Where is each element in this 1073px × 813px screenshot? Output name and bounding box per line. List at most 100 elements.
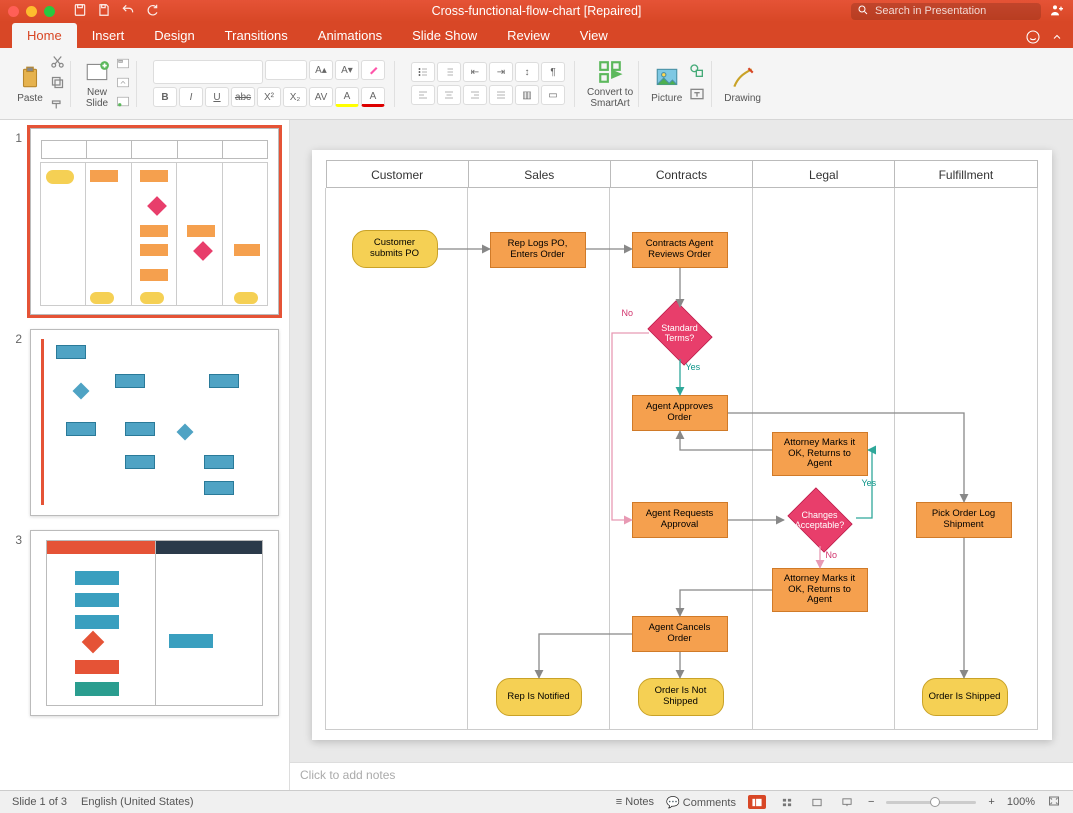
layout-icon[interactable]	[115, 57, 131, 73]
process-pick-order[interactable]: Pick Order Log Shipment	[916, 502, 1012, 538]
font-color-icon[interactable]: A	[361, 87, 385, 107]
comments-toggle[interactable]: 💬 Comments	[666, 796, 736, 809]
new-slide-icon[interactable]	[83, 58, 111, 86]
picture-group: Picture	[645, 53, 712, 115]
sorter-view-icon[interactable]	[778, 795, 796, 809]
save-icon[interactable]	[73, 3, 87, 20]
tab-design[interactable]: Design	[139, 23, 209, 48]
process-agent-approves[interactable]: Agent Approves Order	[632, 395, 728, 431]
normal-view-icon[interactable]	[748, 795, 766, 809]
terminator-shipped[interactable]: Order Is Shipped	[922, 678, 1008, 716]
font-family-select[interactable]	[153, 60, 263, 84]
lane-header: Sales	[469, 161, 611, 187]
subscript-button[interactable]: X₂	[283, 87, 307, 107]
slides-group: New Slide	[77, 53, 137, 115]
search-input[interactable]	[875, 5, 1035, 17]
process-rep-logs[interactable]: Rep Logs PO, Enters Order	[490, 232, 586, 268]
indent-right-icon[interactable]: ⇥	[489, 62, 513, 82]
collapse-ribbon-icon[interactable]	[1051, 31, 1063, 46]
align-center-icon[interactable]	[437, 85, 461, 105]
feedback-icon[interactable]	[1025, 29, 1041, 48]
format-painter-icon[interactable]	[50, 96, 65, 114]
text-direction-icon[interactable]: ¶	[541, 62, 565, 82]
superscript-button[interactable]: X²	[257, 87, 281, 107]
paste-icon[interactable]	[16, 64, 44, 92]
drawing-icon[interactable]	[729, 64, 757, 92]
process-attorney-2[interactable]: Attorney Marks it OK, Returns to Agent	[772, 568, 868, 612]
picture-icon[interactable]	[653, 64, 681, 92]
terminator-rep-notified[interactable]: Rep Is Notified	[496, 678, 582, 716]
notes-pane[interactable]: Click to add notes	[290, 762, 1073, 790]
numbering-icon[interactable]	[437, 62, 461, 82]
tab-insert[interactable]: Insert	[77, 23, 140, 48]
align-right-icon[interactable]	[463, 85, 487, 105]
tab-transitions[interactable]: Transitions	[210, 23, 303, 48]
align-text-icon[interactable]: ▭	[541, 85, 565, 105]
slide-thumbnail-2[interactable]	[30, 329, 279, 516]
share-icon[interactable]	[1049, 2, 1065, 21]
align-left-icon[interactable]	[411, 85, 435, 105]
process-contracts-reviews[interactable]: Contracts Agent Reviews Order	[632, 232, 728, 268]
process-attorney-1[interactable]: Attorney Marks it OK, Returns to Agent	[772, 432, 868, 476]
increase-font-icon[interactable]: A▴	[309, 60, 333, 80]
save-alt-icon[interactable]	[97, 3, 111, 20]
notes-toggle[interactable]: ≡ Notes	[616, 796, 654, 808]
maximize-window-button[interactable]	[44, 6, 55, 17]
columns-icon[interactable]: ▥	[515, 85, 539, 105]
smartart-icon[interactable]	[596, 58, 624, 86]
zoom-slider[interactable]	[886, 801, 976, 804]
italic-button[interactable]: I	[179, 87, 203, 107]
strike-button[interactable]: abc	[231, 87, 255, 107]
tab-slideshow[interactable]: Slide Show	[397, 23, 492, 48]
char-spacing-icon[interactable]: AV	[309, 87, 333, 107]
justify-icon[interactable]	[489, 85, 513, 105]
line-spacing-icon[interactable]: ↕	[515, 62, 539, 82]
new-slide-label: New Slide	[86, 87, 108, 109]
swimlane-headers: Customer Sales Contracts Legal Fulfillme…	[326, 160, 1038, 188]
reading-view-icon[interactable]	[808, 795, 826, 809]
shapes-icon[interactable]	[688, 63, 706, 82]
slide-canvas[interactable]: Customer Sales Contracts Legal Fulfillme…	[312, 150, 1052, 740]
indent-left-icon[interactable]: ⇤	[463, 62, 487, 82]
smartart-group: Convert to SmartArt	[581, 53, 639, 115]
fit-to-window-icon[interactable]	[1047, 795, 1061, 810]
process-agent-requests[interactable]: Agent Requests Approval	[632, 502, 728, 538]
copy-icon[interactable]	[50, 75, 65, 93]
font-size-select[interactable]	[265, 60, 307, 80]
decision-changes-acceptable[interactable]: Changes Acceptable?	[784, 492, 856, 548]
clear-format-icon[interactable]	[361, 60, 385, 80]
ribbon: Paste New Slide	[0, 48, 1073, 120]
undo-icon[interactable]	[121, 3, 135, 20]
textbox-icon[interactable]	[688, 86, 706, 105]
decision-standard-terms[interactable]: Standard Terms?	[644, 305, 716, 361]
tab-home[interactable]: Home	[12, 23, 77, 48]
minimize-window-button[interactable]	[26, 6, 37, 17]
label-no: No	[826, 550, 838, 560]
terminator-customer-submits[interactable]: Customer submits PO	[352, 230, 438, 268]
tab-review[interactable]: Review	[492, 23, 565, 48]
bullets-icon[interactable]	[411, 62, 435, 82]
terminator-not-shipped[interactable]: Order Is Not Shipped	[638, 678, 724, 716]
tab-view[interactable]: View	[565, 23, 623, 48]
slide-thumbnail-3[interactable]	[30, 530, 279, 717]
language-indicator[interactable]: English (United States)	[81, 796, 194, 808]
tab-animations[interactable]: Animations	[303, 23, 397, 48]
underline-button[interactable]: U	[205, 87, 229, 107]
highlight-icon[interactable]: A	[335, 87, 359, 107]
bold-button[interactable]: B	[153, 87, 177, 107]
close-window-button[interactable]	[8, 6, 19, 17]
section-icon[interactable]	[115, 95, 131, 111]
redo-icon[interactable]	[145, 3, 159, 20]
zoom-out-button[interactable]: −	[868, 796, 874, 808]
cut-icon[interactable]	[50, 54, 65, 72]
reset-icon[interactable]	[115, 76, 131, 92]
slide-thumbnail-1[interactable]	[30, 128, 279, 315]
slideshow-view-icon[interactable]	[838, 795, 856, 809]
decrease-font-icon[interactable]: A▾	[335, 60, 359, 80]
zoom-level[interactable]: 100%	[1007, 796, 1035, 808]
slide-counter[interactable]: Slide 1 of 3	[12, 796, 67, 808]
title-bar: Cross-functional-flow-chart [Repaired]	[0, 0, 1073, 22]
search-box[interactable]	[851, 3, 1041, 20]
zoom-in-button[interactable]: +	[988, 796, 994, 808]
process-agent-cancels[interactable]: Agent Cancels Order	[632, 616, 728, 652]
